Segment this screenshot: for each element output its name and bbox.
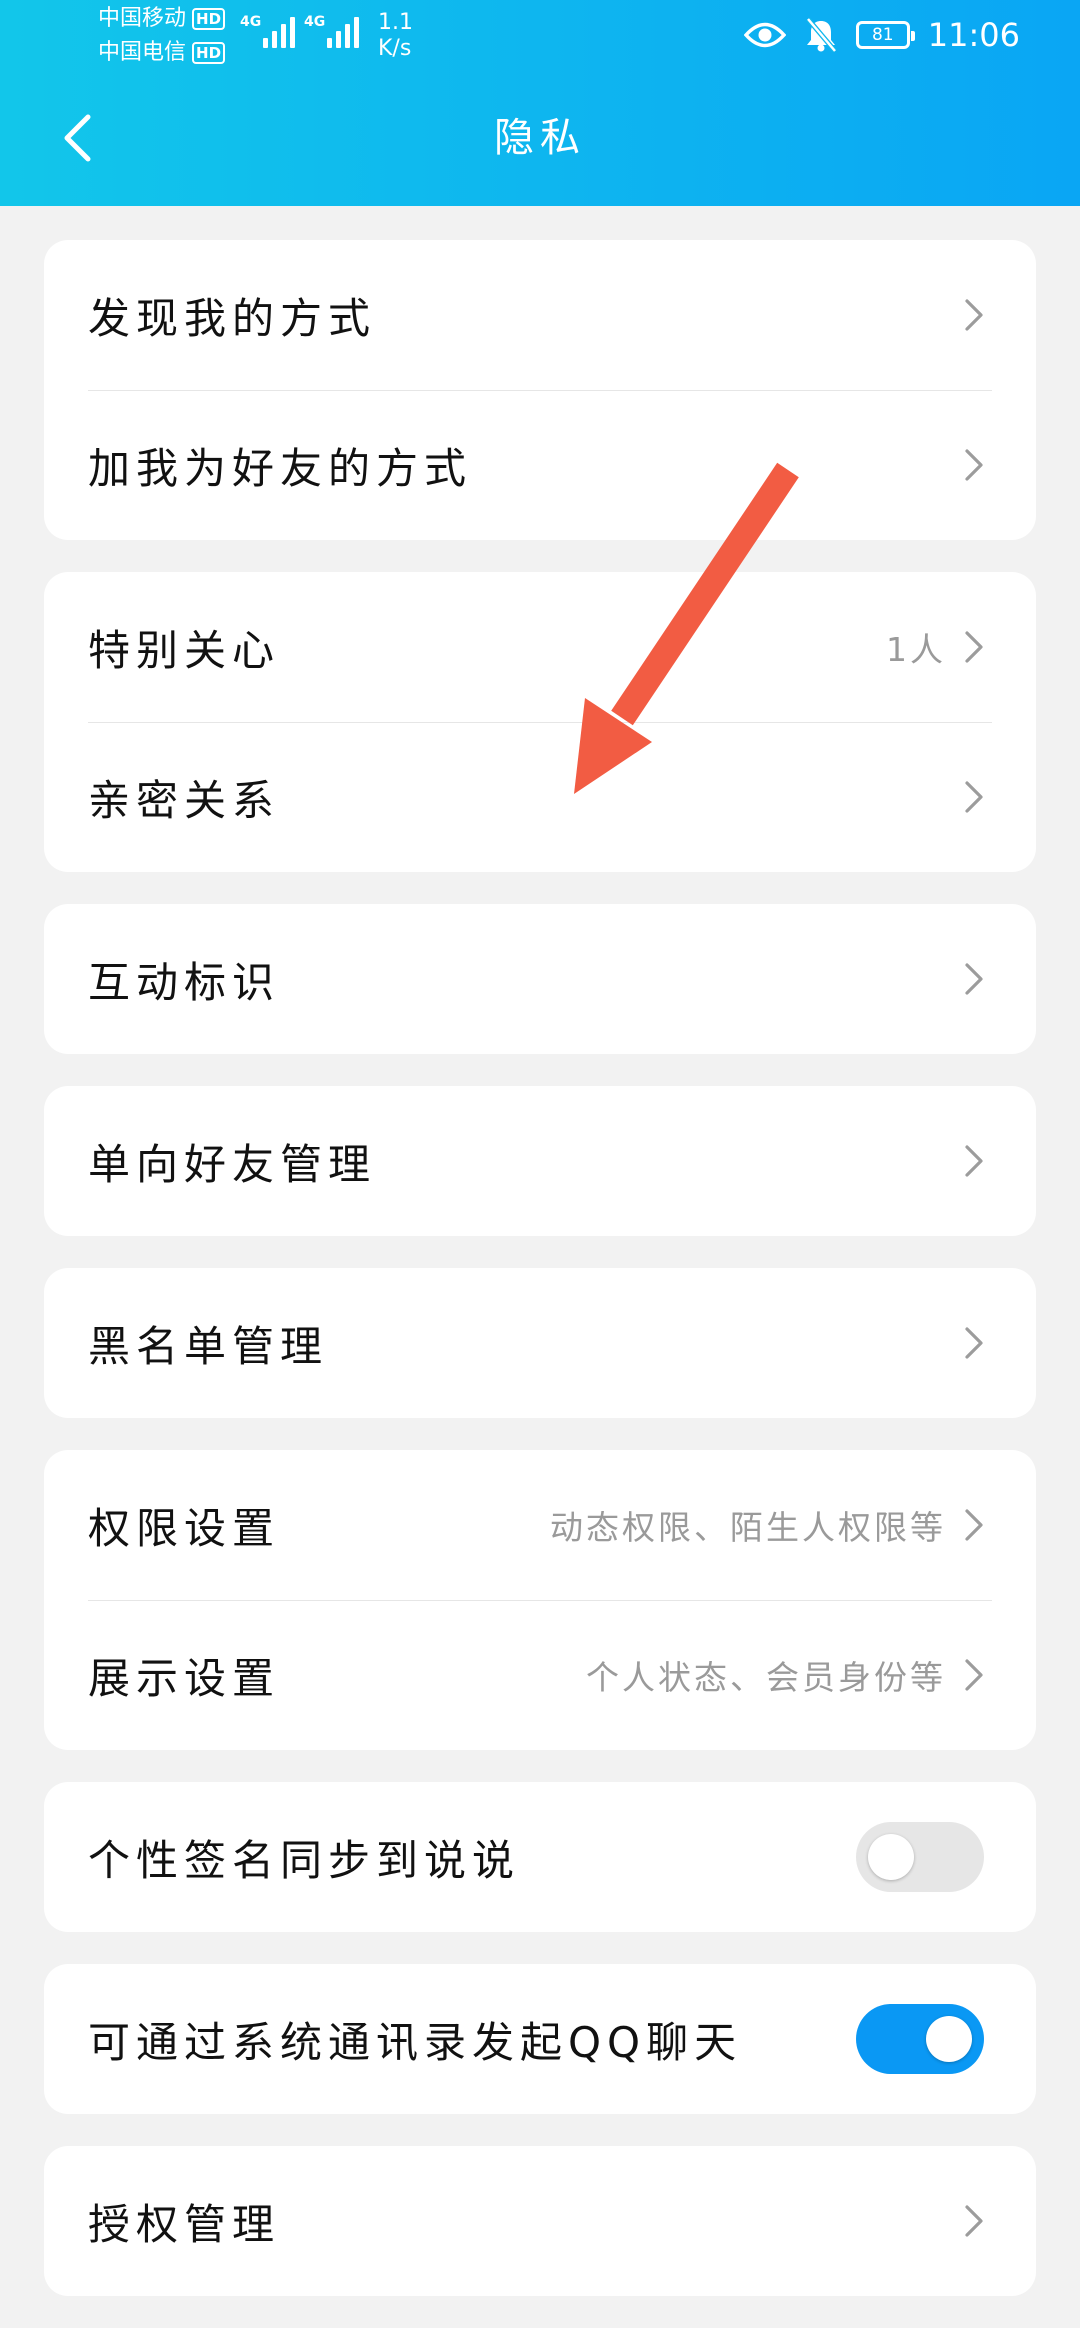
chevron-right-icon — [965, 299, 983, 331]
settings-card: 发现我的方式加我为好友的方式 — [44, 240, 1036, 540]
app-header: 中国移动 HD 中国电信 HD 4G 4G 1.1 K/s 81 11:06 隐… — [0, 0, 1080, 206]
chevron-right-icon — [965, 1659, 983, 1691]
settings-card: 互动标识 — [44, 904, 1036, 1054]
settings-row-label: 个性签名同步到说说 — [88, 1835, 521, 1885]
settings-row-label: 加我为好友的方式 — [88, 443, 473, 493]
toggle-switch[interactable] — [856, 1822, 984, 1892]
settings-row-label: 特别关心 — [88, 625, 281, 675]
settings-card: 单向好友管理 — [44, 1086, 1036, 1236]
net-speed: 1.1 K/s — [378, 10, 413, 62]
clock: 11:06 — [927, 16, 1020, 54]
settings-row-label: 发现我的方式 — [88, 293, 377, 343]
carrier-2: 中国电信 HD — [98, 40, 226, 65]
settings-row: 可通过系统通讯录发起QQ聊天 — [44, 1964, 1036, 2114]
signal-2-icon: 4G — [304, 14, 360, 48]
settings-row[interactable]: 展示设置 个人状态、会员身份等 — [44, 1600, 1036, 1750]
toggle-knob — [926, 2016, 972, 2062]
hd-badge-2: HD — [192, 42, 226, 64]
settings-row-label: 黑名单管理 — [88, 1321, 329, 1371]
chevron-right-icon — [965, 781, 983, 813]
privacy-settings-list: 发现我的方式加我为好友的方式 特别关心 1人亲密关系互动标识单向好友管理 黑名单管理权… — [44, 240, 1036, 2328]
chevron-right-icon — [965, 631, 983, 663]
settings-row[interactable]: 发现我的方式 — [44, 240, 1036, 390]
carrier-1-name: 中国移动 — [98, 6, 187, 31]
chevron-right-icon — [965, 2205, 983, 2237]
settings-row[interactable]: 黑名单管理 — [44, 1268, 1036, 1418]
settings-card: 黑名单管理 — [44, 1268, 1036, 1418]
settings-row-value: 1人 — [886, 630, 946, 669]
chevron-right-icon — [965, 1327, 983, 1359]
net-speed-unit: K/s — [378, 36, 412, 61]
carrier-1: 中国移动 HD — [98, 6, 226, 31]
carrier-2-name: 中国电信 — [98, 40, 187, 65]
chevron-right-icon — [965, 1145, 983, 1177]
chevron-right-icon — [965, 449, 983, 481]
settings-card: 可通过系统通讯录发起QQ聊天 — [44, 1964, 1036, 2114]
status-icons: 81 11:06 — [743, 14, 1020, 56]
battery-level: 81 — [871, 25, 894, 45]
settings-row-label: 可通过系统通讯录发起QQ聊天 — [88, 2017, 743, 2067]
chevron-right-icon — [965, 1509, 983, 1541]
eye-icon — [743, 22, 786, 48]
page-title: 隐私 — [494, 115, 586, 161]
settings-card: 授权管理 — [44, 2146, 1036, 2296]
settings-row-label: 授权管理 — [88, 2199, 281, 2249]
hd-badge-1: HD — [192, 8, 226, 30]
settings-row[interactable]: 单向好友管理 — [44, 1086, 1036, 1236]
net-speed-value: 1.1 — [378, 10, 413, 35]
settings-card: 个性签名同步到说说 — [44, 1782, 1036, 1932]
settings-card: 特别关心 1人亲密关系 — [44, 572, 1036, 872]
settings-row-label: 权限设置 — [88, 1503, 281, 1553]
settings-row[interactable]: 加我为好友的方式 — [44, 390, 1036, 540]
network-type-2: 4G — [304, 14, 326, 30]
status-bar: 中国移动 HD 中国电信 HD 4G 4G 1.1 K/s 81 11:06 — [0, 0, 1080, 70]
settings-row[interactable]: 亲密关系 — [44, 722, 1036, 872]
toggle-knob — [868, 1834, 914, 1880]
settings-row-label: 互动标识 — [88, 957, 281, 1007]
settings-row[interactable]: 特别关心 1人 — [44, 572, 1036, 722]
settings-card: 权限设置 动态权限、陌生人权限等展示设置 个人状态、会员身份等 — [44, 1450, 1036, 1750]
settings-row[interactable]: 互动标识 — [44, 904, 1036, 1054]
battery-icon: 81 — [855, 21, 915, 49]
settings-row-value: 动态权限、陌生人权限等 — [550, 1508, 946, 1547]
toggle-switch[interactable] — [856, 2004, 984, 2074]
network-type-1: 4G — [240, 14, 262, 30]
signal-1-icon: 4G — [240, 14, 296, 48]
settings-row-label: 亲密关系 — [88, 775, 281, 825]
settings-row: 个性签名同步到说说 — [44, 1782, 1036, 1932]
chevron-right-icon — [965, 963, 983, 995]
bell-muted-icon — [805, 17, 837, 53]
settings-row-label: 单向好友管理 — [88, 1139, 377, 1189]
settings-row[interactable]: 权限设置 动态权限、陌生人权限等 — [44, 1450, 1036, 1600]
settings-row-value: 个人状态、会员身份等 — [586, 1658, 946, 1697]
settings-row-label: 展示设置 — [88, 1653, 281, 1703]
settings-row[interactable]: 授权管理 — [44, 2146, 1036, 2296]
